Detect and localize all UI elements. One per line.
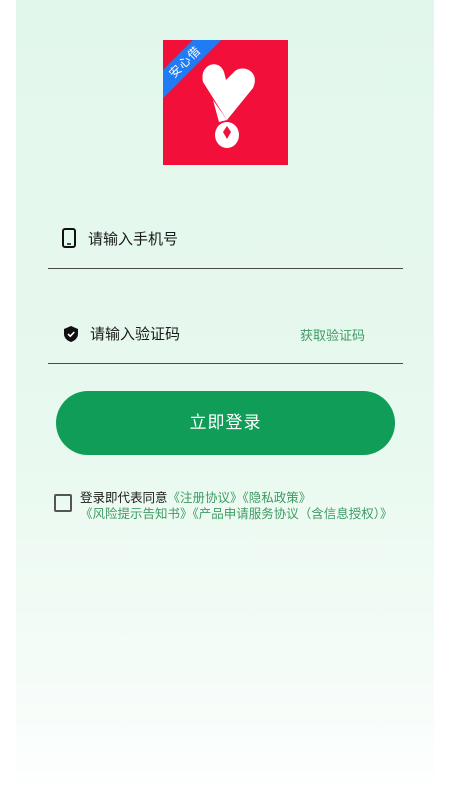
shield-icon: [64, 326, 78, 342]
link-privacy-policy[interactable]: 《隐私政策》: [243, 490, 312, 505]
link-service-agreement[interactable]: 《产品申请服务协议（含信息授权）》: [193, 506, 393, 521]
link-risk-notice[interactable]: 《风险提示告知书》: [80, 506, 193, 521]
agreement-text: 登录即代表同意《注册协议》《隐私政策》《风险提示告知书》《产品申请服务协议（含信…: [80, 490, 412, 522]
app-logo: 安心借: [163, 40, 288, 165]
code-input[interactable]: [88, 319, 292, 349]
login-screen: 安心借 获取验证码 立即登录 登录即代表同意《注册协议》《隐私政策》《风险提示告…: [16, 0, 434, 800]
login-button[interactable]: 立即登录: [56, 391, 395, 455]
phone-input[interactable]: [86, 224, 310, 254]
get-code-button[interactable]: 获取验证码: [300, 325, 365, 344]
agreement-checkbox[interactable]: [54, 494, 72, 512]
code-row: 获取验证码: [48, 313, 403, 364]
phone-row: [48, 218, 403, 269]
link-registration-agreement[interactable]: 《注册协议》: [168, 490, 243, 505]
agreement-prefix: 登录即代表同意: [80, 490, 168, 505]
phone-icon: [62, 228, 76, 248]
